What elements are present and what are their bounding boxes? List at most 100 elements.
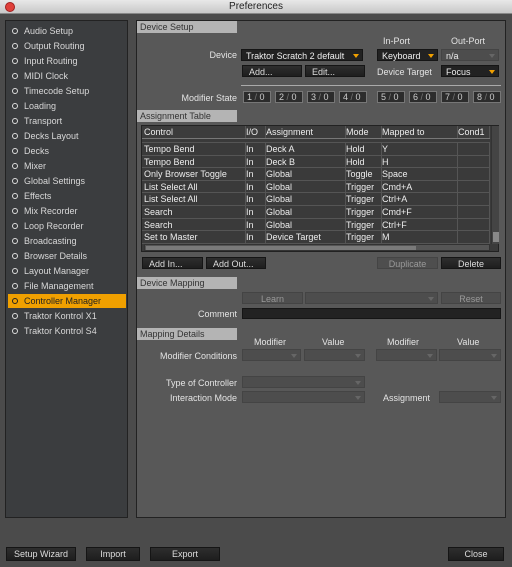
sidebar-item-file-management[interactable]: File Management bbox=[8, 279, 126, 293]
table-cell bbox=[458, 168, 490, 180]
table-cell: Global bbox=[266, 206, 346, 218]
table-row[interactable]: Tempo Bend In Deck A Hold Y bbox=[142, 143, 490, 156]
modifier-state-7[interactable]: 7 / 0 bbox=[441, 91, 469, 103]
radio-icon bbox=[12, 313, 18, 319]
assignment-dropdown[interactable] bbox=[439, 391, 501, 403]
in-port-label: In-Port bbox=[383, 36, 411, 46]
sidebar-item-timecode-setup[interactable]: Timecode Setup bbox=[8, 84, 126, 98]
scrollbar-thumb[interactable] bbox=[493, 232, 499, 242]
scrollbar-thumb[interactable] bbox=[146, 246, 416, 250]
radio-icon bbox=[12, 298, 18, 304]
add-in-button[interactable]: Add In... bbox=[142, 257, 203, 269]
sidebar-item-broadcasting[interactable]: Broadcasting bbox=[8, 234, 126, 248]
device-target-value: Focus bbox=[446, 67, 471, 77]
table-row[interactable]: List Select All In Global Trigger Ctrl+A bbox=[142, 193, 490, 206]
table-cell: Trigger bbox=[346, 218, 382, 231]
reset-button[interactable]: Reset bbox=[441, 292, 501, 304]
device-mapping-header: Device Mapping bbox=[137, 277, 237, 289]
sidebar-item-midi-clock[interactable]: MIDI Clock bbox=[8, 69, 126, 83]
table-cell: Global bbox=[266, 168, 346, 180]
table-cell: Tempo Bend bbox=[144, 155, 246, 168]
main-panel: Device Setup In-Port Out-Port Device Tra… bbox=[136, 20, 506, 518]
column-header[interactable]: Assignment bbox=[266, 126, 346, 138]
sidebar-item-label: Decks bbox=[24, 146, 50, 156]
sidebar-item-controller-manager[interactable]: Controller Manager bbox=[8, 294, 126, 308]
sidebar-item-traktor-kontrol-x1[interactable]: Traktor Kontrol X1 bbox=[8, 309, 126, 323]
value-2-dropdown[interactable] bbox=[439, 349, 501, 361]
sidebar-item-mixer[interactable]: Mixer bbox=[8, 159, 126, 173]
column-header[interactable]: Control bbox=[144, 126, 246, 138]
comment-input[interactable] bbox=[242, 308, 501, 319]
device-target-dropdown[interactable]: Focus bbox=[441, 65, 499, 77]
chevron-down-icon bbox=[491, 396, 497, 400]
chevron-down-icon bbox=[353, 54, 359, 58]
type-of-controller-dropdown[interactable] bbox=[242, 376, 365, 388]
modifier-state-4[interactable]: 4 / 0 bbox=[339, 91, 367, 103]
sidebar-item-decks[interactable]: Decks bbox=[8, 144, 126, 158]
sidebar-item-global-settings[interactable]: Global Settings bbox=[8, 174, 126, 188]
table-row[interactable]: Tempo Bend In Deck B Hold H bbox=[142, 155, 490, 169]
sidebar-item-mix-recorder[interactable]: Mix Recorder bbox=[8, 204, 126, 218]
sidebar-item-label: Browser Details bbox=[24, 251, 88, 261]
modifier-1-dropdown[interactable] bbox=[242, 349, 301, 361]
table-cell: Hold bbox=[346, 143, 382, 155]
add-device-button[interactable]: Add... bbox=[242, 65, 302, 77]
sidebar-item-decks-layout[interactable]: Decks Layout bbox=[8, 129, 126, 143]
sidebar-item-traktor-kontrol-s4[interactable]: Traktor Kontrol S4 bbox=[8, 324, 126, 338]
column-header[interactable]: Cond1 bbox=[458, 126, 490, 138]
modifier-state-2[interactable]: 2 / 0 bbox=[275, 91, 303, 103]
chevron-down-icon bbox=[491, 354, 497, 358]
value-1-dropdown[interactable] bbox=[304, 349, 365, 361]
table-cell bbox=[458, 143, 490, 155]
separator: / bbox=[482, 92, 490, 102]
sidebar-item-output-routing[interactable]: Output Routing bbox=[8, 39, 126, 53]
in-port-dropdown[interactable]: Keyboard bbox=[377, 49, 438, 61]
duplicate-button[interactable]: Duplicate bbox=[377, 257, 438, 269]
table-row[interactable]: Set to Master In Device Target Trigger M bbox=[142, 231, 490, 244]
sidebar-item-layout-manager[interactable]: Layout Manager bbox=[8, 264, 126, 278]
learn-button[interactable]: Learn bbox=[242, 292, 303, 304]
sidebar-item-audio-setup[interactable]: Audio Setup bbox=[8, 24, 126, 38]
table-row[interactable]: List Select All In Global Trigger Cmd+A bbox=[142, 180, 490, 194]
modifier-state-1[interactable]: 1 / 0 bbox=[243, 91, 271, 103]
column-header[interactable]: Mode bbox=[346, 126, 382, 138]
setup-wizard-button[interactable]: Setup Wizard bbox=[6, 547, 76, 561]
add-out-button[interactable]: Add Out... bbox=[206, 257, 266, 269]
modifier-state-3[interactable]: 3 / 0 bbox=[307, 91, 335, 103]
column-header[interactable]: I/O bbox=[246, 126, 266, 138]
out-port-dropdown[interactable]: n/a bbox=[441, 49, 499, 61]
export-button[interactable]: Export bbox=[150, 547, 220, 561]
table-header-row: Control I/O Assignment Mode Mapped to Cond1 bbox=[142, 126, 490, 139]
table-row[interactable]: Search In Global Trigger Cmd+F bbox=[142, 206, 490, 219]
edit-device-button[interactable]: Edit... bbox=[305, 65, 365, 77]
sidebar-item-input-routing[interactable]: Input Routing bbox=[8, 54, 126, 68]
table-cell: Global bbox=[266, 180, 346, 193]
sidebar-item-effects[interactable]: Effects bbox=[8, 189, 126, 203]
import-button[interactable]: Import bbox=[86, 547, 140, 561]
modifier-state-8[interactable]: 8 / 0 bbox=[473, 91, 501, 103]
sidebar-item-loop-recorder[interactable]: Loop Recorder bbox=[8, 219, 126, 233]
mapping-control-dropdown[interactable] bbox=[305, 292, 438, 304]
device-label: Device bbox=[209, 50, 237, 60]
sidebar-item-browser-details[interactable]: Browser Details bbox=[8, 249, 126, 263]
sidebar-item-transport[interactable]: Transport bbox=[8, 114, 126, 128]
table-row[interactable]: Search In Global Trigger Ctrl+F bbox=[142, 218, 490, 232]
device-dropdown[interactable]: Traktor Scratch 2 default bbox=[241, 49, 363, 61]
separator: / bbox=[418, 92, 426, 102]
modifier-2-dropdown[interactable] bbox=[376, 349, 437, 361]
sidebar-item-label: Audio Setup bbox=[24, 26, 74, 36]
column-header[interactable]: Mapped to bbox=[382, 126, 458, 138]
table-cell bbox=[458, 231, 490, 243]
delete-button[interactable]: Delete bbox=[441, 257, 501, 269]
table-row[interactable]: Only Browser Toggle In Global Toggle Space bbox=[142, 168, 490, 181]
modifier-state-6[interactable]: 6 / 0 bbox=[409, 91, 437, 103]
close-button[interactable]: Close bbox=[448, 547, 504, 561]
vertical-scrollbar[interactable] bbox=[491, 126, 499, 244]
sidebar-item-loading[interactable]: Loading bbox=[8, 99, 126, 113]
interaction-mode-dropdown[interactable] bbox=[242, 391, 365, 403]
modifier-label-2: Modifier bbox=[387, 337, 420, 347]
modifier-state-5[interactable]: 5 / 0 bbox=[377, 91, 405, 103]
horizontal-scrollbar[interactable] bbox=[144, 244, 490, 251]
sidebar-item-label: Output Routing bbox=[24, 41, 85, 51]
close-window-button[interactable] bbox=[5, 2, 15, 12]
